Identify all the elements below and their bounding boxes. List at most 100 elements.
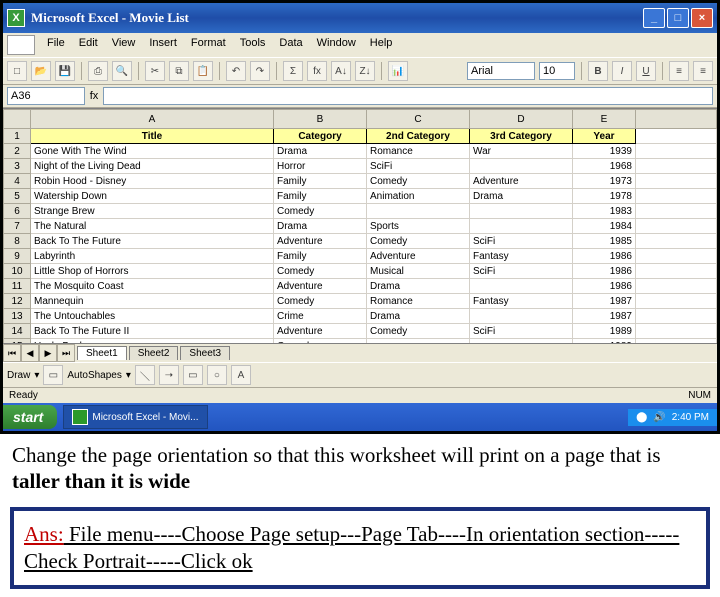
cell[interactable]: The Untouchables: [31, 309, 274, 324]
menu-tools[interactable]: Tools: [234, 35, 272, 55]
menu-view[interactable]: View: [106, 35, 142, 55]
taskbar-app[interactable]: Microsoft Excel - Movi...: [63, 405, 207, 429]
row-header[interactable]: 12: [4, 294, 31, 309]
col-A[interactable]: A: [31, 110, 274, 129]
cell[interactable]: Family: [274, 249, 367, 264]
select-icon[interactable]: ▭: [43, 365, 63, 385]
cell[interactable]: 1978: [573, 189, 636, 204]
cell[interactable]: Fantasy: [470, 249, 573, 264]
cell[interactable]: [470, 219, 573, 234]
cell[interactable]: War: [470, 144, 573, 159]
row-header[interactable]: 7: [4, 219, 31, 234]
menu-format[interactable]: Format: [185, 35, 232, 55]
align-left-icon[interactable]: ≡: [669, 61, 689, 81]
menu-help[interactable]: Help: [364, 35, 399, 55]
cell[interactable]: Labyrinth: [31, 249, 274, 264]
cell[interactable]: Romance: [367, 294, 470, 309]
cell[interactable]: Musical: [367, 264, 470, 279]
oval-icon[interactable]: ○: [207, 365, 227, 385]
col-blank[interactable]: [636, 110, 717, 129]
cell[interactable]: Family: [274, 174, 367, 189]
italic-icon[interactable]: I: [612, 61, 632, 81]
autoshapes-menu[interactable]: AutoShapes: [67, 370, 122, 381]
cell[interactable]: Comedy: [367, 234, 470, 249]
cell[interactable]: [470, 159, 573, 174]
row-header[interactable]: 9: [4, 249, 31, 264]
row-header[interactable]: 3: [4, 159, 31, 174]
cell[interactable]: Comedy: [367, 174, 470, 189]
cell[interactable]: 1983: [573, 204, 636, 219]
print-icon[interactable]: ⎙: [88, 61, 108, 81]
cell[interactable]: Drama: [470, 189, 573, 204]
underline-icon[interactable]: U: [636, 61, 656, 81]
cell[interactable]: Comedy: [274, 204, 367, 219]
copy-icon[interactable]: ⧉: [169, 61, 189, 81]
cell[interactable]: 1986: [573, 249, 636, 264]
menu-data[interactable]: Data: [273, 35, 308, 55]
cell[interactable]: [470, 204, 573, 219]
row-header[interactable]: 1: [4, 129, 31, 144]
cell[interactable]: Back To The Future II: [31, 324, 274, 339]
sort-desc-icon[interactable]: Z↓: [355, 61, 375, 81]
menu-edit[interactable]: Edit: [73, 35, 104, 55]
cell[interactable]: Comedy: [274, 294, 367, 309]
tab-sheet3[interactable]: Sheet3: [180, 346, 230, 360]
header-cat2[interactable]: 2nd Category: [367, 129, 470, 144]
menu-file[interactable]: File: [41, 35, 71, 55]
cell[interactable]: Drama: [367, 279, 470, 294]
sum-icon[interactable]: Σ: [283, 61, 303, 81]
row-header[interactable]: 13: [4, 309, 31, 324]
cell[interactable]: Adventure: [470, 174, 573, 189]
cell[interactable]: Adventure: [274, 279, 367, 294]
cell[interactable]: Mannequin: [31, 294, 274, 309]
font-name[interactable]: Arial: [467, 62, 535, 80]
cell[interactable]: Family: [274, 189, 367, 204]
col-B[interactable]: B: [274, 110, 367, 129]
row-header[interactable]: 2: [4, 144, 31, 159]
cell[interactable]: Adventure: [274, 234, 367, 249]
open-icon[interactable]: 📂: [31, 61, 51, 81]
align-center-icon[interactable]: ≡: [693, 61, 713, 81]
tab-last-icon[interactable]: ⏭: [57, 344, 75, 362]
col-C[interactable]: C: [367, 110, 470, 129]
cell[interactable]: Strange Brew: [31, 204, 274, 219]
header-title[interactable]: Title: [31, 129, 274, 144]
cell[interactable]: 1986: [573, 264, 636, 279]
cell[interactable]: Crime: [274, 309, 367, 324]
cell[interactable]: Robin Hood - Disney: [31, 174, 274, 189]
cell[interactable]: 1984: [573, 219, 636, 234]
cell[interactable]: SciFi: [470, 264, 573, 279]
cell[interactable]: Romance: [367, 144, 470, 159]
chart-icon[interactable]: 📊: [388, 61, 408, 81]
menu-insert[interactable]: Insert: [143, 35, 183, 55]
cell[interactable]: Drama: [274, 144, 367, 159]
cell[interactable]: Comedy: [274, 264, 367, 279]
cell[interactable]: Fantasy: [470, 294, 573, 309]
cell[interactable]: Gone With The Wind: [31, 144, 274, 159]
header-category[interactable]: Category: [274, 129, 367, 144]
maximize-button[interactable]: □: [667, 8, 689, 28]
cell[interactable]: [367, 204, 470, 219]
draw-menu[interactable]: Draw: [7, 370, 30, 381]
tab-sheet2[interactable]: Sheet2: [129, 346, 179, 360]
row-header[interactable]: 4: [4, 174, 31, 189]
close-button[interactable]: ×: [691, 8, 713, 28]
row-header[interactable]: 6: [4, 204, 31, 219]
cell[interactable]: 1973: [573, 174, 636, 189]
row-header[interactable]: 14: [4, 324, 31, 339]
save-icon[interactable]: 💾: [55, 61, 75, 81]
rect-icon[interactable]: ▭: [183, 365, 203, 385]
cell[interactable]: SciFi: [470, 324, 573, 339]
cell[interactable]: Comedy: [367, 324, 470, 339]
fx-icon[interactable]: fx: [307, 61, 327, 81]
tab-first-icon[interactable]: ⏮: [3, 344, 21, 362]
cell[interactable]: 1968: [573, 159, 636, 174]
cell[interactable]: Watership Down: [31, 189, 274, 204]
cell[interactable]: The Natural: [31, 219, 274, 234]
font-size[interactable]: 10: [539, 62, 575, 80]
cell[interactable]: SciFi: [470, 234, 573, 249]
cell[interactable]: 1985: [573, 234, 636, 249]
cell[interactable]: 1987: [573, 309, 636, 324]
cell[interactable]: Night of the Living Dead: [31, 159, 274, 174]
cell[interactable]: Drama: [274, 219, 367, 234]
